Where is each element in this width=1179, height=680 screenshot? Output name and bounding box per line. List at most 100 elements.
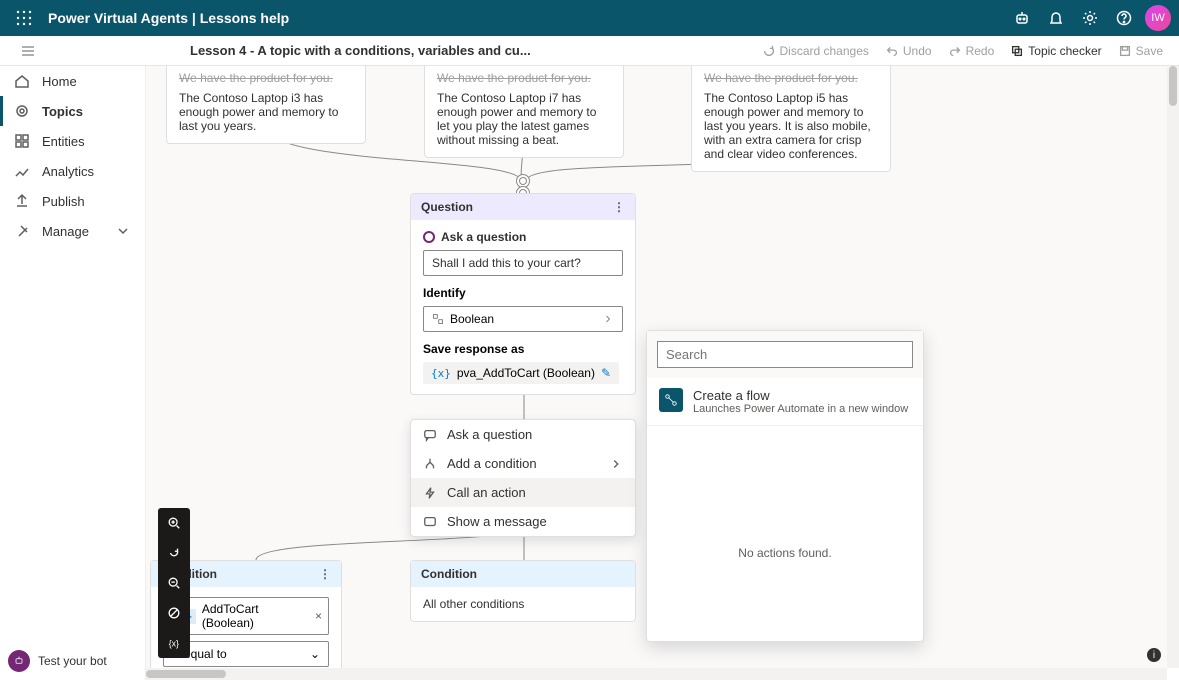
canvas-zoom-toolbar: {x} — [158, 508, 190, 658]
nav-publish-label: Publish — [42, 194, 85, 209]
nav-entities-label: Entities — [42, 134, 85, 149]
vertical-scrollbar[interactable] — [1167, 66, 1179, 668]
discard-label: Discard changes — [780, 44, 869, 58]
message-card-1[interactable]: We have the product for you. The Contoso… — [166, 66, 366, 144]
breadcrumb: Lesson 4 - A topic with a conditions, va… — [190, 43, 531, 58]
chevron-down-icon: ⌄ — [310, 647, 320, 661]
message-card-3-body: The Contoso Laptop i5 has enough power a… — [704, 91, 878, 161]
variable-chip[interactable]: {x} pva_AddToCart (Boolean) ✎ — [423, 362, 619, 384]
zoom-in-button[interactable] — [158, 508, 190, 538]
ctx-ask-question[interactable]: Ask a question — [411, 420, 635, 449]
ctx-condition-label: Add a condition — [447, 456, 537, 471]
edit-variable-icon[interactable]: ✎ — [601, 366, 611, 380]
settings-icon[interactable] — [1073, 1, 1107, 35]
nav-manage[interactable]: Manage — [0, 216, 145, 246]
nav-publish[interactable]: Publish — [0, 186, 145, 216]
create-a-flow-item[interactable]: Create a flow Launches Power Automate in… — [647, 378, 923, 426]
identify-select[interactable]: Boolean — [423, 306, 623, 332]
nav-manage-label: Manage — [42, 224, 89, 239]
clear-icon[interactable]: × — [315, 609, 322, 623]
condition-other-body: All other conditions — [411, 587, 635, 621]
redo-button[interactable]: Redo — [940, 44, 1003, 58]
horizontal-scrollbar[interactable] — [146, 668, 1167, 680]
ctx-message-label: Show a message — [447, 514, 547, 529]
save-button[interactable]: Save — [1110, 44, 1171, 58]
node-more-icon[interactable]: ⋮ — [319, 567, 331, 581]
avatar[interactable]: IW — [1145, 5, 1171, 31]
ask-a-question-row: Ask a question — [423, 230, 623, 244]
message-card-2-body: The Contoso Laptop i7 has enough power a… — [437, 91, 611, 147]
variables-button[interactable]: {x} — [158, 628, 190, 658]
flow-icon — [659, 388, 683, 412]
test-bot-label: Test your bot — [38, 654, 107, 668]
discard-button[interactable]: Discard changes — [754, 44, 877, 58]
minimap-button[interactable] — [158, 598, 190, 628]
bot-circle-icon — [8, 650, 30, 672]
command-bar: Lesson 4 - A topic with a conditions, va… — [0, 36, 1179, 66]
message-card-2[interactable]: We have the product for you. The Contoso… — [424, 66, 624, 158]
test-your-bot[interactable]: Test your bot — [8, 650, 107, 672]
reset-zoom-button[interactable] — [158, 538, 190, 568]
node-more-icon[interactable]: ⋮ — [613, 200, 625, 214]
nav-home[interactable]: Home — [0, 66, 145, 96]
question-dot-icon — [423, 231, 435, 243]
question-header-label: Question — [421, 200, 473, 214]
topic-checker-button[interactable]: Topic checker — [1002, 44, 1109, 58]
question-node[interactable]: Question ⋮ Ask a question Shall I add th… — [410, 193, 636, 395]
message-card-3-title: We have the product for you. — [704, 71, 878, 85]
ctx-action-label: Call an action — [447, 485, 526, 500]
action-search-input[interactable] — [657, 341, 913, 368]
nav-topics[interactable]: Topics — [0, 96, 145, 126]
app-launcher-icon[interactable] — [8, 2, 40, 34]
identify-value: Boolean — [450, 312, 494, 326]
add-node-context-menu: Ask a question Add a condition Call an a… — [410, 419, 636, 537]
svg-text:{x}: {x} — [169, 639, 179, 649]
nav-analytics[interactable]: Analytics — [0, 156, 145, 186]
question-prompt-input[interactable]: Shall I add this to your cart? — [423, 250, 623, 276]
chevron-right-icon — [602, 313, 614, 325]
nav-analytics-label: Analytics — [42, 164, 94, 179]
bot-icon[interactable] — [1005, 1, 1039, 35]
nav-toggle-icon[interactable] — [16, 43, 40, 59]
notifications-icon[interactable] — [1039, 1, 1073, 35]
ask-a-question-label: Ask a question — [441, 230, 526, 244]
condition-other-header-label: Condition — [421, 567, 477, 581]
ctx-add-condition[interactable]: Add a condition — [411, 449, 635, 478]
left-nav: Home Topics Entities Analytics Publish M… — [0, 66, 146, 680]
action-flyout: Create a flow Launches Power Automate in… — [646, 330, 924, 642]
chevron-right-icon — [609, 457, 623, 471]
message-card-1-body: The Contoso Laptop i3 has enough power a… — [179, 91, 353, 133]
entity-icon — [432, 313, 444, 325]
nav-home-label: Home — [42, 74, 77, 89]
question-header: Question ⋮ — [411, 194, 635, 220]
create-flow-title: Create a flow — [693, 388, 908, 403]
nav-entities[interactable]: Entities — [0, 126, 145, 156]
ctx-ask-label: Ask a question — [447, 427, 532, 442]
ctx-show-message[interactable]: Show a message — [411, 507, 635, 536]
message-card-3[interactable]: We have the product for you. The Contoso… — [691, 66, 891, 172]
identify-label: Identify — [423, 286, 623, 300]
authoring-canvas[interactable]: We have the product for you. The Contoso… — [146, 66, 1167, 668]
horizontal-scrollbar-thumb[interactable] — [146, 670, 226, 678]
zoom-out-button[interactable] — [158, 568, 190, 598]
top-bar: Power Virtual Agents | Lessons help IW — [0, 0, 1179, 36]
create-flow-sub: Launches Power Automate in a new window — [693, 403, 908, 415]
app-title: Power Virtual Agents | Lessons help — [48, 10, 289, 26]
no-actions-found: No actions found. — [647, 426, 923, 668]
save-response-label: Save response as — [423, 342, 623, 356]
redo-label: Redo — [966, 44, 995, 58]
nav-topics-label: Topics — [42, 104, 83, 119]
message-card-1-title: We have the product for you. — [179, 71, 353, 85]
variable-name: pva_AddToCart (Boolean) — [457, 366, 595, 380]
condition-other-node[interactable]: Condition All other conditions — [410, 560, 636, 622]
help-icon[interactable] — [1107, 1, 1141, 35]
undo-label: Undo — [903, 44, 932, 58]
ctx-call-action[interactable]: Call an action — [411, 478, 635, 507]
vertical-scrollbar-thumb[interactable] — [1169, 66, 1177, 106]
topic-checker-label: Topic checker — [1028, 44, 1101, 58]
info-indicator-icon[interactable]: i — [1147, 648, 1161, 662]
condition-other-header: Condition — [411, 561, 635, 587]
message-card-2-title: We have the product for you. — [437, 71, 611, 85]
save-label: Save — [1136, 44, 1163, 58]
undo-button[interactable]: Undo — [877, 44, 940, 58]
